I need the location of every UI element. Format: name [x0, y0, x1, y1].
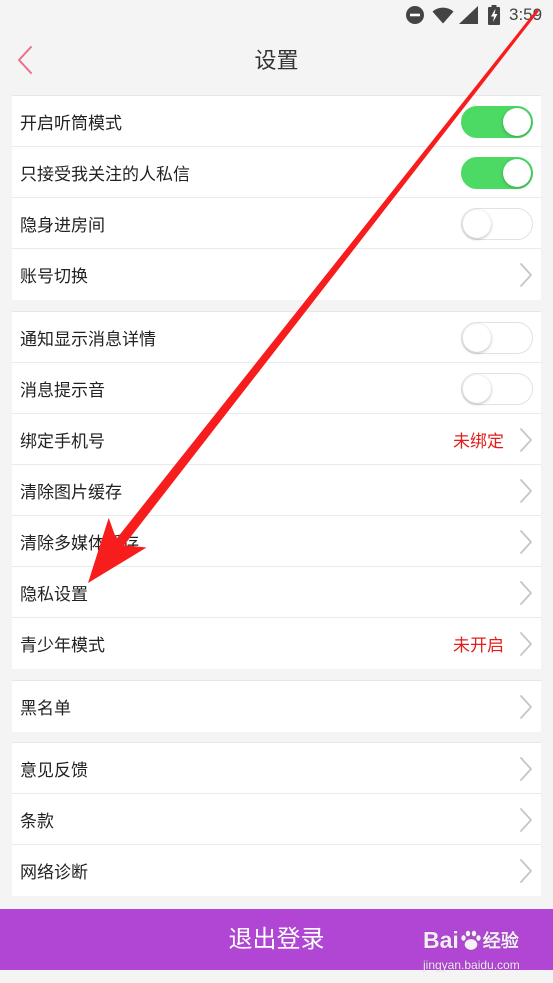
setting-row-earpiece-mode[interactable]: 开启听筒模式 [12, 96, 541, 147]
invisible-entry-toggle[interactable] [461, 207, 533, 240]
chevron-right-icon [520, 427, 532, 452]
setting-label: 青少年模式 [20, 636, 105, 655]
logout-button[interactable]: 退出登录 [0, 909, 553, 970]
notification-details-toggle[interactable] [461, 321, 533, 354]
settings-group: 黑名单 [12, 681, 541, 732]
setting-label: 绑定手机号 [20, 432, 105, 451]
setting-row-switch-account[interactable]: 账号切换 [12, 249, 541, 300]
setting-row-privacy[interactable]: 隐私设置 [12, 567, 541, 618]
chevron-right-icon [520, 478, 532, 503]
setting-label: 通知显示消息详情 [20, 330, 156, 349]
toggle-knob [463, 209, 491, 238]
do-not-disturb-icon [406, 6, 424, 24]
setting-label: 黑名单 [20, 699, 71, 718]
setting-label: 隐身进房间 [20, 216, 105, 235]
setting-label: 隐私设置 [20, 585, 88, 604]
setting-label: 清除图片缓存 [20, 483, 122, 502]
setting-row-invisible-entry[interactable]: 隐身进房间 [12, 198, 541, 249]
status-bar: 3:59 [0, 0, 553, 30]
setting-row-notification-details[interactable]: 通知显示消息详情 [12, 312, 541, 363]
setting-row-terms[interactable]: 条款 [12, 794, 541, 845]
setting-row-network-diagnosis[interactable]: 网络诊断 [12, 845, 541, 896]
chevron-right-icon [520, 262, 532, 287]
setting-row-dm-following-only[interactable]: 只接受我关注的人私信 [12, 147, 541, 198]
signal-icon [459, 6, 478, 24]
message-sound-toggle[interactable] [461, 372, 533, 405]
page-title: 设置 [254, 48, 299, 73]
chevron-right-icon [520, 858, 532, 883]
toggle-knob [503, 158, 531, 187]
wifi-icon [432, 7, 454, 24]
setting-label: 开启听筒模式 [20, 114, 122, 133]
settings-group: 通知显示消息详情 消息提示音 绑定手机号 未绑定 清除图片缓存 清除多媒体缓存 … [12, 312, 541, 669]
dm-following-only-toggle[interactable] [461, 156, 533, 189]
toggle-knob [503, 107, 531, 136]
chevron-right-icon [520, 529, 532, 554]
settings-group: 开启听筒模式 只接受我关注的人私信 隐身进房间 账号切换 [12, 96, 541, 300]
chevron-right-icon [520, 807, 532, 832]
setting-row-teen-mode[interactable]: 青少年模式 未开启 [12, 618, 541, 669]
setting-label: 只接受我关注的人私信 [20, 165, 190, 184]
settings-group: 意见反馈 条款 网络诊断 [12, 743, 541, 896]
battery-charging-icon [488, 5, 500, 25]
setting-label: 意见反馈 [20, 761, 88, 780]
setting-row-feedback[interactable]: 意见反馈 [12, 743, 541, 794]
setting-label: 条款 [20, 812, 54, 831]
setting-row-bind-phone[interactable]: 绑定手机号 未绑定 [12, 414, 541, 465]
setting-label: 网络诊断 [20, 863, 88, 882]
phone-binding-status: 未绑定 [453, 432, 504, 451]
setting-row-clear-image-cache[interactable]: 清除图片缓存 [12, 465, 541, 516]
page-header: 设置 [0, 30, 553, 92]
setting-label: 消息提示音 [20, 381, 105, 400]
chevron-right-icon [520, 580, 532, 605]
setting-label: 清除多媒体缓存 [20, 534, 139, 553]
toggle-knob [463, 323, 491, 352]
chevron-right-icon [520, 756, 532, 781]
chevron-right-icon [520, 694, 532, 719]
setting-row-clear-media-cache[interactable]: 清除多媒体缓存 [12, 516, 541, 567]
status-time: 3:59 [509, 5, 543, 24]
setting-label: 账号切换 [20, 267, 88, 286]
teen-mode-status: 未开启 [453, 636, 504, 655]
setting-row-blacklist[interactable]: 黑名单 [12, 681, 541, 732]
chevron-right-icon [520, 631, 532, 656]
toggle-knob [463, 374, 491, 403]
setting-row-message-sound[interactable]: 消息提示音 [12, 363, 541, 414]
earpiece-mode-toggle[interactable] [461, 105, 533, 138]
